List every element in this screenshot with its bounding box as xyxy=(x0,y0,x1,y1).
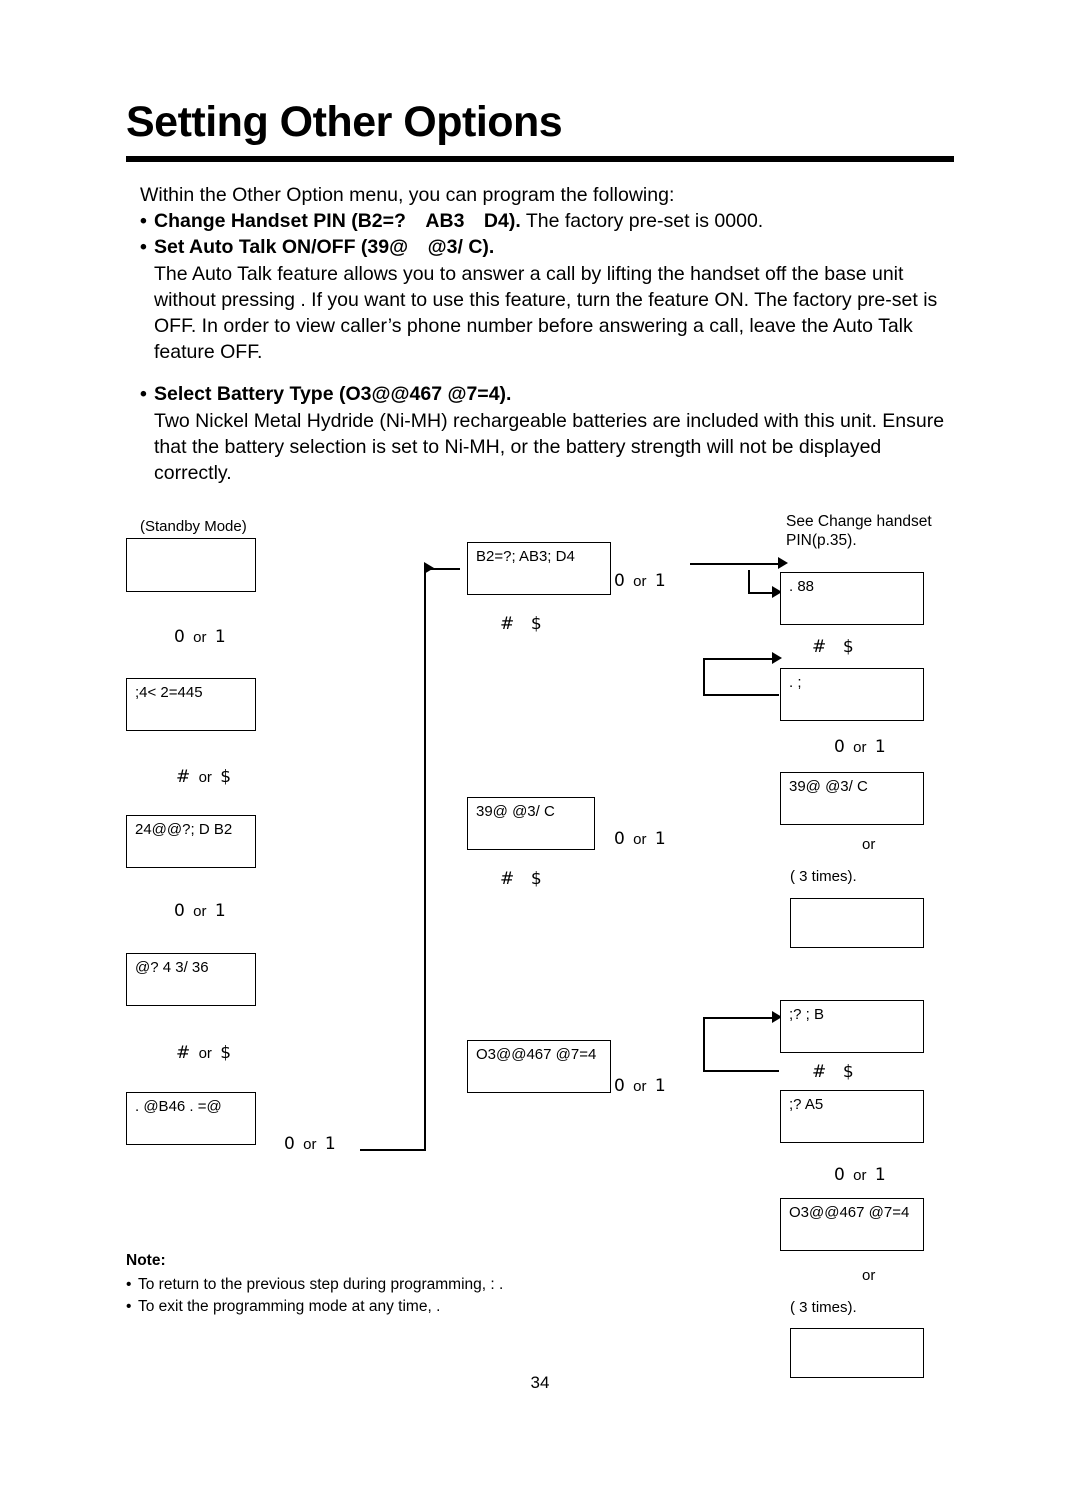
flow-label-r-hash-dollar-2: # $ xyxy=(812,1062,854,1082)
flow-box-pin: B2=?; AB3; D4 xyxy=(467,542,611,595)
flow-label-r-or-2: 0 or 1 xyxy=(834,1165,886,1185)
flow-label-r-times: ( 3 times). xyxy=(790,868,857,885)
flow-connector-bottom xyxy=(360,1149,426,1151)
flow-conn-r2-v xyxy=(703,658,705,694)
bullet-select-battery-type-bold: Select Battery Type (O3@@467 @7=4). xyxy=(154,383,512,405)
flow-label-hash-dollar-1: # or $ xyxy=(176,767,232,787)
flow-box-dial: @? 4 3/ 36 xyxy=(126,953,256,1006)
bullet-set-auto-talk-bold: Set Auto Talk ON/OFF (39@ @3/ C). xyxy=(154,236,495,258)
flow-conn-r2-h2 xyxy=(703,694,779,696)
flow-box-battery: O3@@467 @7=4 xyxy=(467,1040,611,1093)
flow-box-program: ;4< 2=445 xyxy=(126,678,256,731)
flow-label-hash-dollar-mid-1: # $ xyxy=(500,614,542,634)
flow-label-or-mid-2: 0 or 1 xyxy=(614,829,666,849)
flow-box-r1: . 88 xyxy=(780,572,924,625)
flow-box-ringer: 24@@?; D B2 xyxy=(126,815,256,868)
flow-conn-r4-h2 xyxy=(703,1070,779,1072)
flow-arrowhead-pin-right xyxy=(778,557,788,569)
page-title: Setting Other Options xyxy=(126,98,563,146)
flow-box-standby xyxy=(126,538,256,592)
flow-conn-r1-h xyxy=(748,592,774,594)
bullet-set-auto-talk: Set Auto Talk ON/OFF (39@ @3/ C). xyxy=(140,234,960,260)
standby-mode-label: (Standby Mode) xyxy=(140,518,247,535)
flow-conn-r1-v xyxy=(748,570,750,594)
flow-box-r4: ;? ; B xyxy=(780,1000,924,1053)
flow-box-r5: ;? A5 xyxy=(780,1090,924,1143)
flow-box-r3: 39@ @3/ C xyxy=(780,772,924,825)
flow-arrowhead-r2 xyxy=(772,652,782,664)
flow-label-r-or-text-2: or xyxy=(862,1267,876,1284)
title-underline xyxy=(126,156,954,162)
flow-box-r-blank-1 xyxy=(790,898,924,948)
flow-label-r-or-text: or xyxy=(862,836,876,853)
flow-label-or-mid-3: 0 or 1 xyxy=(614,1076,666,1096)
flow-box-r2: . ; xyxy=(780,668,924,721)
flow-box-r-blank-2 xyxy=(790,1328,924,1378)
bullet-change-handset-pin: Change Handset PIN (B2=? AB3 D4). The fa… xyxy=(140,208,960,234)
intro-lead: Within the Other Option menu, you can pr… xyxy=(140,184,675,206)
flow-conn-r4-h xyxy=(703,1017,775,1019)
flow-label-r-hash-dollar-1: # $ xyxy=(812,637,854,657)
flow-box-autotalk: 39@ @3/ C xyxy=(467,797,595,850)
flow-label-or-2: 0 or 1 xyxy=(174,901,226,921)
flow-box-other: . @B46 . =@ xyxy=(126,1092,256,1145)
flow-label-or-1: 0 or 1 xyxy=(174,627,226,647)
intro-text-block: Within the Other Option menu, you can pr… xyxy=(140,182,960,486)
page-number: 34 xyxy=(530,1373,550,1392)
flow-box-r6: O3@@467 @7=4 xyxy=(780,1198,924,1251)
flow-label-hash-dollar-mid-2: # $ xyxy=(500,869,542,889)
note-block: Note: To return to the previous step dur… xyxy=(126,1250,766,1318)
flow-label-r-times-2: ( 3 times). xyxy=(790,1299,857,1316)
flow-label-or-3: 0 or 1 xyxy=(284,1134,336,1154)
flow-conn-r4-v xyxy=(703,1017,705,1071)
flow-label-or-mid-1: 0 or 1 xyxy=(614,571,666,591)
flow-arrow-pin-to-caption xyxy=(690,563,780,565)
flow-label-r-or-1: 0 or 1 xyxy=(834,737,886,757)
note-title: Note: xyxy=(126,1252,166,1269)
note-item-return: To return to the previous step during pr… xyxy=(126,1274,766,1296)
paragraph-battery: Two Nickel Metal Hydride (Ni-MH) recharg… xyxy=(154,410,945,484)
flow-connector-vertical xyxy=(424,568,426,1151)
flow-connector-to-pin xyxy=(424,568,460,570)
flow-label-hash-dollar-2: # or $ xyxy=(176,1043,232,1063)
bullet-select-battery-type: Select Battery Type (O3@@467 @7=4). xyxy=(140,381,960,407)
flow-conn-r2-h xyxy=(703,658,775,660)
paragraph-auto-talk: The Auto Talk feature allows you to answ… xyxy=(154,263,938,363)
note-item-exit: To exit the programming mode at any time… xyxy=(126,1296,766,1318)
bullet-change-handset-pin-rest: The factory pre-set is 0000. xyxy=(520,210,764,232)
caption-see-change-handset-pin: See Change handset PIN(p.35). xyxy=(786,513,932,549)
bullet-change-handset-pin-bold: Change Handset PIN (B2=? AB3 D4). xyxy=(154,210,521,232)
